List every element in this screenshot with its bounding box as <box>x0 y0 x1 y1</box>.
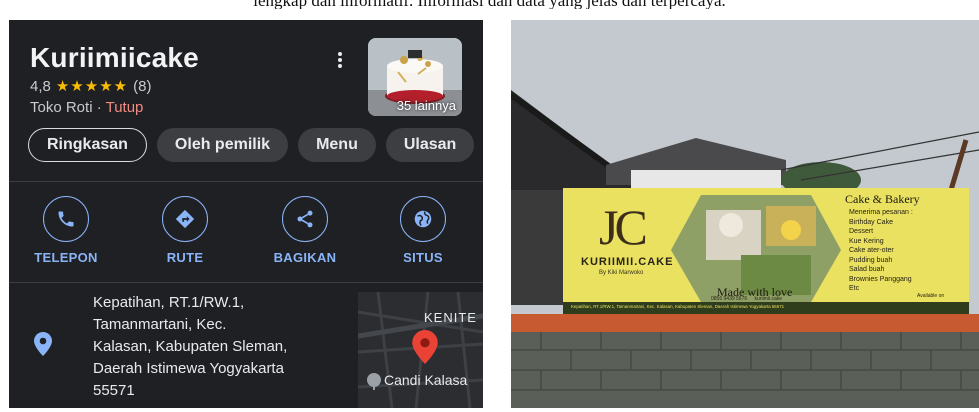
menu-item: Birthday Cake <box>849 218 893 226</box>
phone-icon <box>58 211 74 227</box>
menu-item: Menerima pesanan : <box>849 209 913 216</box>
banner-available-on: Available on <box>917 293 945 299</box>
address-line: Kalasan, Kabupaten Sleman, <box>93 338 288 355</box>
more-photos-label: 35 lainnya <box>396 98 456 113</box>
menu-item: Brownies Panggang <box>849 275 912 283</box>
storefront-photo: JC KURIIMII.CAKE By Kiki Marwoko Made wi… <box>511 20 979 408</box>
globe-icon <box>414 210 432 228</box>
banner-contact: 0856 9439 5676 kuriimii.cake <box>711 296 782 302</box>
banner-phone: 0856 9439 5676 <box>711 296 748 302</box>
more-options-icon[interactable] <box>333 48 347 72</box>
directions-label: RUTE <box>166 250 204 265</box>
map-label: KENITE <box>424 310 477 325</box>
banner-footer-address: Kepatihan, RT.1/RW.1, Tamanmartani, Kec.… <box>571 304 785 309</box>
menu-item: Kue Kering <box>849 237 884 245</box>
tab-menu[interactable]: Menu <box>298 128 376 162</box>
separator: · <box>92 99 106 116</box>
mini-map[interactable]: KENITE Candi Kalasa <box>358 292 483 408</box>
category: Toko Roti <box>30 99 93 116</box>
banner-menu: Menerima pesanan : Birthday Cake Dessert… <box>849 208 913 294</box>
banner-instagram: kuriimii.cake <box>754 296 783 302</box>
address-line: 55571 <box>93 382 135 399</box>
menu-item: Pudding buah <box>849 256 893 264</box>
banner-heading: Cake & Bakery <box>845 192 920 206</box>
menu-item: Dessert <box>849 228 874 235</box>
red-map-pin-icon <box>412 330 438 364</box>
rating-row[interactable]: 4,8 ★★★★★ (8) <box>30 77 152 96</box>
divider <box>9 181 483 182</box>
review-count: (8) <box>133 77 152 95</box>
website-label: SITUS <box>403 250 443 265</box>
banner-byline: By Kiki Marwoko <box>599 270 644 276</box>
banner-logo: JC <box>599 199 648 255</box>
rating-value: 4,8 <box>30 77 51 95</box>
tab-ulasan[interactable]: Ulasan <box>385 128 475 162</box>
maps-place-panel: Kuriimiicake 4,8 ★★★★★ (8) Toko Roti · T… <box>9 20 483 408</box>
action-row: TELEPON RUTE BAGIKAN SITUS <box>9 196 483 276</box>
tab-bar: Ringkasan Oleh pemilik Menu Ulasan <box>28 128 475 162</box>
location-pin-icon <box>34 332 52 361</box>
menu-item: Salad buah <box>849 266 885 273</box>
place-marker-icon <box>367 373 381 390</box>
tab-ringkasan[interactable]: Ringkasan <box>28 128 147 162</box>
divider <box>9 282 483 283</box>
share-label: BAGIKAN <box>273 250 337 265</box>
business-name: Kuriimiicake <box>30 42 199 73</box>
call-label: TELEPON <box>34 250 98 265</box>
category-row: Toko Roti · Tutup <box>30 99 143 116</box>
star-rating-icon: ★★★★★ <box>55 78 129 95</box>
photo-thumbnail[interactable]: 35 lainnya <box>368 38 462 116</box>
caption-top: lengkap dan informatif. Informasi dan da… <box>0 0 979 9</box>
share-button[interactable]: BAGIKAN <box>260 196 350 265</box>
address-line: Kepatihan, RT.1/RW.1, <box>93 294 245 311</box>
address-text[interactable]: Kepatihan, RT.1/RW.1, Tamanmartani, Kec.… <box>93 292 353 402</box>
directions-icon <box>175 209 195 229</box>
call-button[interactable]: TELEPON <box>21 196 111 265</box>
directions-button[interactable]: RUTE <box>140 196 230 265</box>
menu-item: Cake ater-oter <box>849 247 894 254</box>
banner-brand: KURIIMII.CAKE <box>581 256 674 268</box>
website-button[interactable]: SITUS <box>378 196 468 265</box>
menu-item: Etc <box>849 285 860 292</box>
address-line: Daerah Istimewa Yogyakarta <box>93 360 284 377</box>
address-line: Tamanmartani, Kec. <box>93 316 227 333</box>
status-badge: Tutup <box>105 99 144 116</box>
share-icon <box>297 210 313 228</box>
map-label: Candi Kalasa <box>384 372 468 388</box>
tab-oleh-pemilik[interactable]: Oleh pemilik <box>156 128 289 162</box>
